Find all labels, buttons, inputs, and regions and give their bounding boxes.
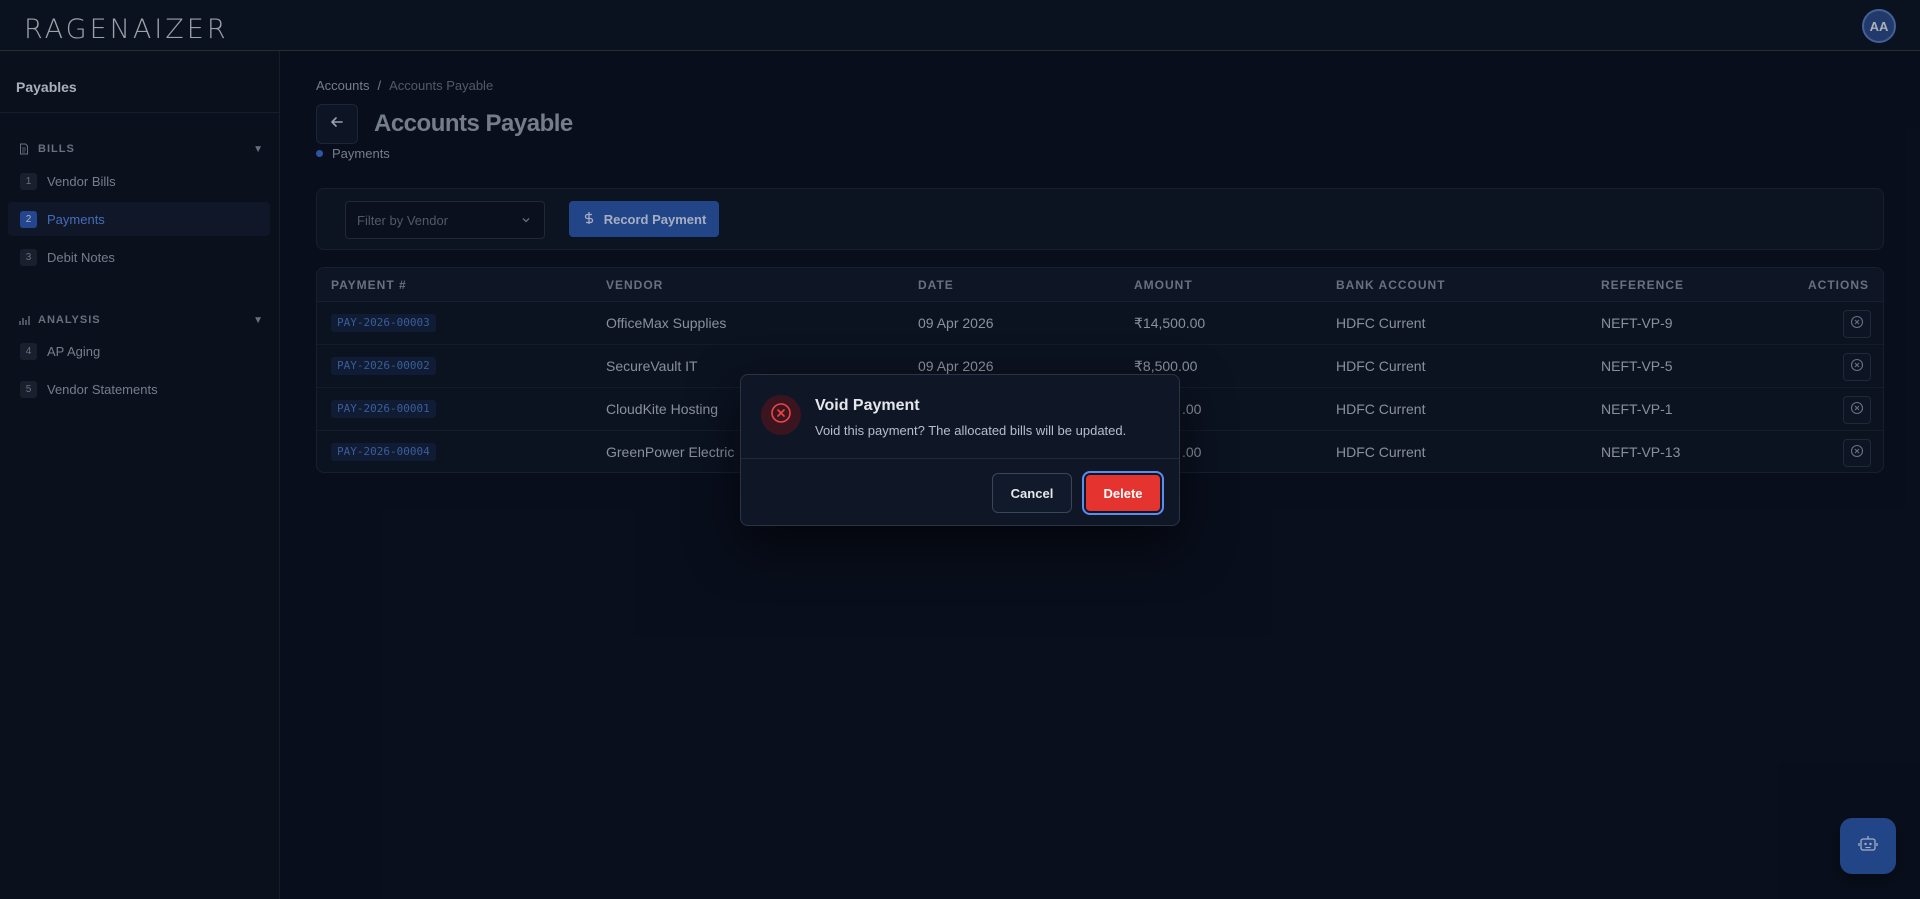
dialog-divider xyxy=(741,458,1179,459)
warning-icon-wrap xyxy=(761,395,801,435)
cancel-button[interactable]: Cancel xyxy=(992,473,1072,513)
void-payment-dialog: Void Payment Void this payment? The allo… xyxy=(740,374,1180,526)
delete-button[interactable]: Delete xyxy=(1082,471,1164,515)
dialog-title: Void Payment xyxy=(815,397,920,414)
dialog-message: Void this payment? The allocated bills w… xyxy=(815,423,1127,438)
close-circle-icon xyxy=(769,401,793,430)
